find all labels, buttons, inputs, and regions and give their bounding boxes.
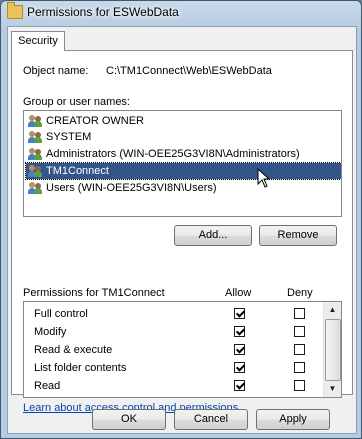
permissions-dialog: Permissions for ESWebData Security Objec…: [0, 0, 362, 439]
users-icon: [28, 115, 44, 127]
allow-column-header: Allow: [225, 287, 252, 299]
cancel-button[interactable]: Cancel: [174, 409, 248, 430]
permissions-header: Permissions for TM1Connect Allow Deny: [23, 287, 343, 301]
ok-button[interactable]: OK: [92, 409, 166, 430]
list-item-label: SYSTEM: [46, 131, 92, 143]
deny-checkbox[interactable]: [294, 308, 305, 319]
allow-checkbox[interactable]: [234, 380, 245, 391]
permission-row-modify: Modify: [24, 323, 324, 341]
tab-security[interactable]: Security: [11, 31, 65, 51]
title-bar[interactable]: Permissions for ESWebData: [1, 1, 361, 25]
list-item-users[interactable]: Users (WIN-OEE25G3VI8N\Users): [26, 180, 341, 196]
list-item-label: Users (WIN-OEE25G3VI8N\Users): [46, 182, 217, 194]
remove-button[interactable]: Remove: [259, 225, 337, 246]
scroll-up-arrow-icon[interactable]: ▲: [324, 302, 341, 318]
permissions-list: Full control Modify Read & execute List …: [23, 301, 342, 398]
object-name-row: Object name: C:\TM1Connect\Web\ESWebData: [23, 65, 272, 77]
users-icon: [28, 148, 44, 160]
permission-name: Full control: [34, 308, 88, 320]
add-button[interactable]: Add...: [174, 225, 252, 246]
list-item-creator-owner[interactable]: CREATOR OWNER: [26, 113, 341, 129]
object-name-value: C:\TM1Connect\Web\ESWebData: [106, 65, 272, 77]
group-list-label: Group or user names:: [23, 96, 130, 108]
allow-checkbox[interactable]: [234, 308, 245, 319]
apply-button[interactable]: Apply: [256, 409, 330, 430]
permissions-header-label: Permissions for TM1Connect: [23, 287, 165, 299]
list-item-label: CREATOR OWNER: [46, 115, 144, 127]
permission-row-read: Read: [24, 377, 324, 395]
list-item-administrators[interactable]: Administrators (WIN-OEE25G3VI8N\Administ…: [26, 146, 341, 162]
permission-name: List folder contents: [34, 362, 127, 374]
window-title: Permissions for ESWebData: [27, 5, 179, 19]
allow-checkbox[interactable]: [234, 362, 245, 373]
allow-checkbox[interactable]: [234, 326, 245, 337]
users-icon: [28, 131, 44, 143]
permission-row-list-folder-contents: List folder contents: [24, 359, 324, 377]
scrollbar-thumb[interactable]: [325, 319, 341, 381]
security-panel: Object name: C:\TM1Connect\Web\ESWebData…: [11, 50, 353, 414]
permission-name: Read: [34, 380, 61, 392]
deny-column-header: Deny: [287, 287, 313, 299]
permission-name: Modify: [34, 326, 67, 338]
deny-checkbox[interactable]: [294, 380, 305, 391]
group-user-list[interactable]: CREATOR OWNER SYSTEM Administrators (WIN…: [23, 110, 342, 217]
mouse-pointer-icon: [257, 168, 271, 188]
scroll-down-arrow-icon[interactable]: ▼: [324, 381, 341, 397]
list-item-tm1connect[interactable]: TM1Connect: [25, 162, 341, 180]
permissions-scrollbar[interactable]: ▲ ▼: [323, 302, 341, 397]
dialog-body: Security Object name: C:\TM1Connect\Web\…: [7, 26, 357, 434]
permission-name: Read & execute: [34, 344, 113, 356]
allow-checkbox[interactable]: [234, 344, 245, 355]
list-item-label: Administrators (WIN-OEE25G3VI8N\Administ…: [46, 148, 300, 160]
permission-row-full-control: Full control: [24, 305, 324, 323]
users-icon: [28, 165, 44, 177]
deny-checkbox[interactable]: [294, 344, 305, 355]
deny-checkbox[interactable]: [294, 362, 305, 373]
permission-row-read-execute: Read & execute: [24, 341, 324, 359]
folder-icon: [7, 2, 23, 19]
list-item-label: TM1Connect: [46, 165, 109, 177]
users-icon: [28, 182, 44, 194]
object-name-label: Object name:: [23, 65, 89, 77]
deny-checkbox[interactable]: [294, 326, 305, 337]
list-item-system[interactable]: SYSTEM: [26, 129, 341, 145]
